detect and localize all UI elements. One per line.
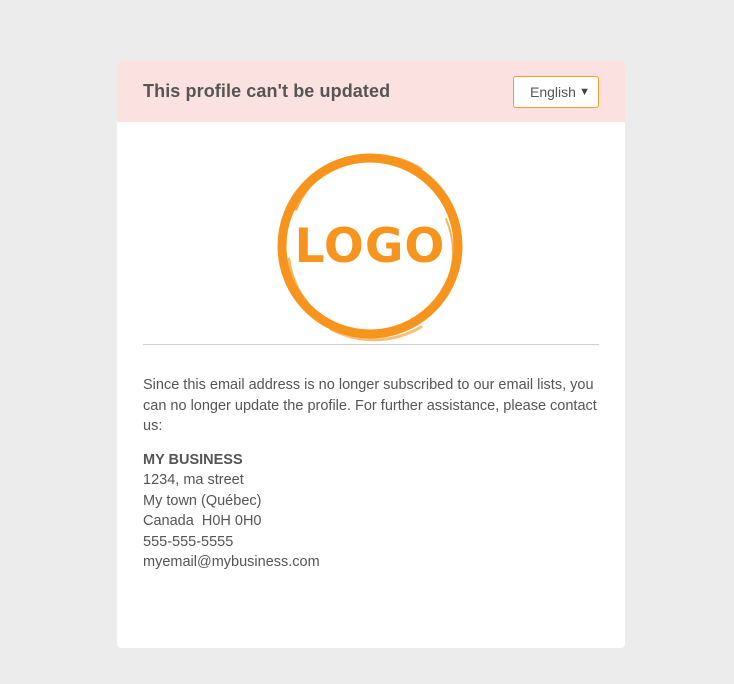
unsubscribed-message: Since this email address is no longer su… — [143, 377, 597, 434]
card-body: Since this email address is no longer su… — [117, 345, 625, 573]
profile-card: This profile can't be updated English ▼ … — [117, 61, 625, 648]
language-select-value: English — [530, 83, 576, 100]
page-title: This profile can't be updated — [143, 81, 391, 101]
chevron-down-icon: ▼ — [579, 85, 590, 98]
card-header: This profile can't be updated English ▼ — [117, 61, 625, 122]
logo-image: LOGO — [277, 153, 463, 342]
language-select[interactable]: English ▼ — [513, 75, 599, 108]
logo-text: LOGO — [295, 219, 446, 274]
contact-phone: 555-555-5555 — [143, 533, 234, 550]
address-country-postal: Canada H0H 0H0 — [143, 513, 262, 529]
address-street: 1234, ma street — [143, 472, 244, 488]
contact-block: MY BUSINESS 1234, ma street My town (Qué… — [143, 450, 599, 573]
contact-email: myemail@mybusiness.com — [143, 554, 320, 570]
address-city: My town (Québec) — [143, 492, 262, 509]
business-name: MY BUSINESS — [143, 451, 243, 468]
logo-container: LOGO — [117, 122, 625, 344]
